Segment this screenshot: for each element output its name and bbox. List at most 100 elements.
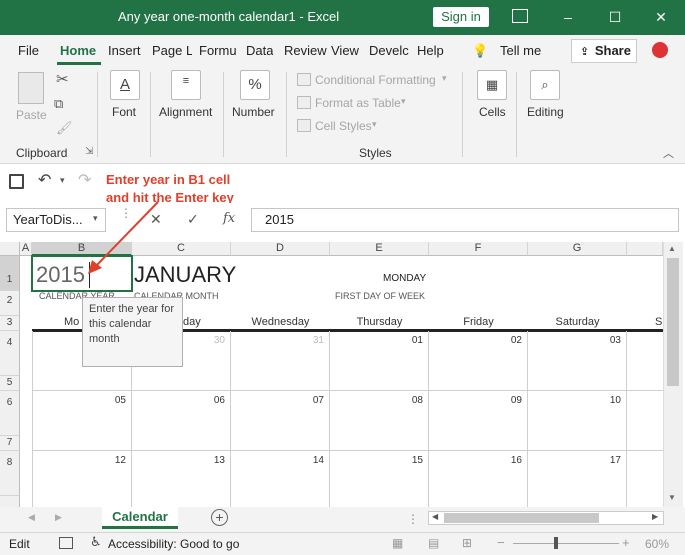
macro-recording-icon[interactable] — [59, 537, 73, 549]
grid-line — [230, 331, 231, 507]
font-button-label[interactable]: Font — [112, 105, 136, 119]
cells-icon[interactable]: ▦ — [477, 70, 507, 100]
tab-file[interactable]: File — [18, 43, 39, 58]
page-layout-view-icon[interactable]: ▤ — [428, 536, 439, 550]
date-cell: 14 — [312, 455, 324, 466]
dialog-launcher-icon[interactable]: ⇲ — [85, 146, 93, 157]
undo-icon[interactable]: ↶ — [38, 170, 51, 190]
number-button-label[interactable]: Number — [232, 105, 275, 119]
tab-view[interactable]: View — [331, 43, 359, 58]
editing-search-icon[interactable]: ⌕ — [530, 70, 560, 100]
format-as-table-button[interactable]: Format as Table — [315, 96, 401, 110]
restore-button[interactable]: ☐ — [600, 6, 630, 28]
row-header[interactable]: 1 — [0, 256, 20, 291]
day-label: Thursday — [356, 316, 403, 328]
page-break-view-icon[interactable]: ⊞ — [462, 536, 472, 550]
cell-styles-button[interactable]: Cell Styles — [315, 119, 372, 133]
close-button[interactable]: ✕ — [646, 6, 676, 28]
share-button[interactable]: ⇪ Share — [571, 39, 637, 63]
tab-page-layout[interactable]: Page L — [152, 43, 192, 58]
alignment-button-label[interactable]: Alignment — [159, 105, 212, 119]
date-cell: 01 — [411, 335, 423, 346]
tab-home[interactable]: Home — [60, 43, 96, 58]
tab-help[interactable]: Help — [417, 43, 444, 58]
scroll-up-icon[interactable]: ▲ — [668, 244, 676, 253]
tab-formulas[interactable]: Formu — [199, 43, 237, 58]
zoom-in-icon[interactable]: + — [622, 535, 630, 550]
zoom-slider-thumb[interactable] — [554, 537, 558, 549]
conditional-formatting-button[interactable]: Conditional Formatting — [315, 73, 436, 87]
confirm-entry-icon[interactable]: ✓ — [187, 211, 199, 228]
font-icon[interactable]: A — [110, 70, 140, 100]
ribbon-display-options-icon[interactable] — [512, 9, 528, 23]
column-header[interactable]: F — [429, 242, 528, 256]
lightbulb-icon: 💡 — [472, 43, 489, 58]
zoom-slider[interactable] — [513, 543, 619, 544]
scroll-right-icon[interactable]: ▶ — [652, 512, 658, 521]
separator — [462, 72, 463, 157]
accessibility-status[interactable]: Accessibility: Good to go — [108, 537, 239, 551]
tab-data[interactable]: Data — [246, 43, 273, 58]
row-header[interactable]: 7 — [0, 436, 20, 451]
zoom-out-icon[interactable]: − — [497, 535, 505, 550]
date-cell: 03 — [609, 335, 621, 346]
row-header[interactable]: 8 — [0, 451, 20, 496]
collapse-ribbon-icon[interactable]: ︿ — [663, 145, 674, 161]
column-header[interactable] — [627, 242, 663, 256]
vertical-scroll-thumb[interactable] — [667, 258, 679, 386]
tab-review[interactable]: Review — [284, 43, 327, 58]
cells-button-label[interactable]: Cells — [479, 105, 506, 119]
row-header[interactable]: 4 — [0, 331, 20, 376]
separator — [516, 72, 517, 157]
alignment-icon[interactable]: ≡ — [171, 70, 201, 100]
day-label: Friday — [463, 316, 494, 328]
paste-icon[interactable] — [18, 72, 44, 104]
copy-icon[interactable]: ⧉ — [54, 96, 63, 112]
sign-in-button[interactable]: Sign in — [433, 7, 489, 27]
column-header[interactable]: G — [528, 242, 627, 256]
zoom-level[interactable]: 60% — [645, 537, 669, 551]
chevron-down-icon: ▾ — [442, 73, 447, 83]
row-header[interactable]: 2 — [0, 291, 20, 316]
number-icon[interactable]: % — [240, 70, 270, 100]
save-icon[interactable] — [9, 174, 24, 189]
add-sheet-icon[interactable]: + — [211, 509, 228, 526]
scroll-down-icon[interactable]: ▼ — [668, 493, 676, 502]
redo-icon[interactable]: ↷ — [78, 170, 91, 190]
insert-function-icon[interactable]: fx — [223, 211, 235, 226]
styles-group-label: Styles — [359, 146, 392, 160]
quick-access-toolbar — [0, 164, 685, 198]
grid-line — [32, 390, 663, 391]
formula-input[interactable]: 2015 — [251, 208, 679, 232]
editing-button-label[interactable]: Editing — [527, 105, 564, 119]
date-cell: 09 — [510, 395, 522, 406]
horizontal-scroll-thumb[interactable] — [444, 513, 599, 523]
cut-icon[interactable]: ✂ — [56, 70, 69, 88]
user-avatar[interactable] — [652, 42, 668, 58]
accessibility-icon[interactable]: ♿ — [90, 534, 102, 550]
tab-insert[interactable]: Insert — [108, 43, 141, 58]
more-options-icon[interactable]: ⋮ — [407, 512, 419, 526]
format-painter-icon[interactable]: 🖌 — [56, 120, 73, 136]
sheet-tab-calendar[interactable]: Calendar — [102, 507, 178, 529]
select-all-corner[interactable] — [0, 242, 20, 256]
chevron-down-icon[interactable]: ▾ — [60, 175, 65, 186]
column-header[interactable]: D — [231, 242, 330, 256]
chevron-down-icon: ▾ — [372, 119, 377, 129]
scroll-left-icon[interactable]: ◀ — [432, 512, 438, 521]
tell-me-box[interactable]: Tell me — [500, 43, 541, 58]
prev-sheet-icon[interactable]: ◀ — [28, 512, 35, 523]
share-icon: ⇪ — [580, 46, 590, 58]
next-sheet-icon[interactable]: ▶ — [55, 512, 62, 523]
day-label: day — [183, 316, 201, 328]
row-header[interactable] — [0, 496, 20, 507]
column-header[interactable]: A — [20, 242, 32, 256]
minimize-button[interactable]: – — [553, 6, 583, 28]
normal-view-icon[interactable]: ▦ — [392, 536, 403, 550]
tab-developer[interactable]: Develc — [369, 43, 409, 58]
row-header[interactable]: 6 — [0, 391, 20, 436]
title-bar: Any year one-month calendar1 - Excel Sig… — [0, 0, 685, 35]
column-header[interactable]: E — [330, 242, 429, 256]
row-header[interactable]: 5 — [0, 376, 20, 391]
row-header[interactable]: 3 — [0, 316, 20, 331]
